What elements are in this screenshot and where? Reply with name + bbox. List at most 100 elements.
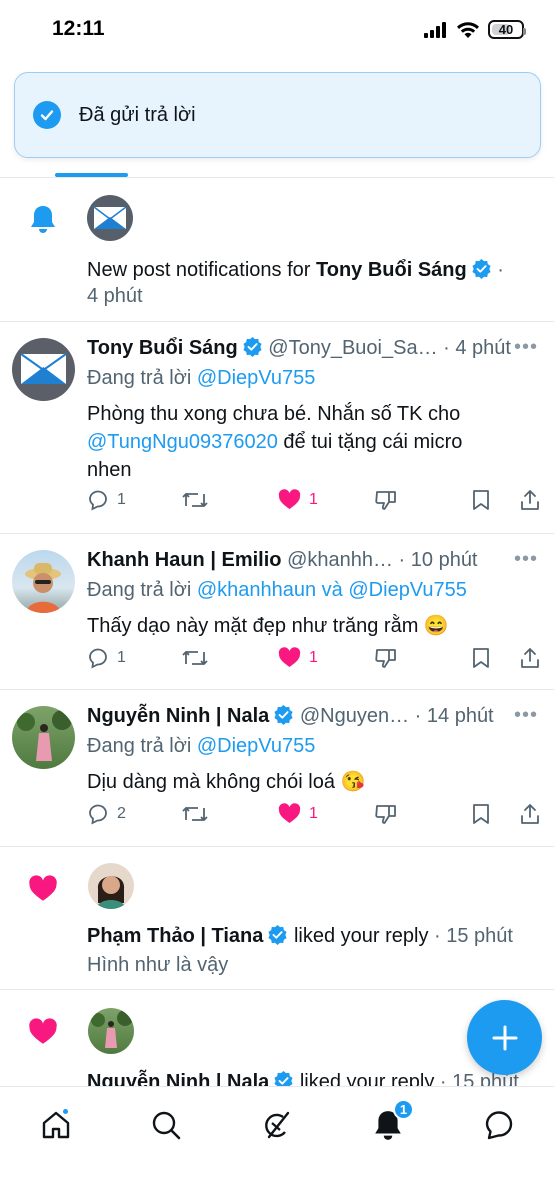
repost-icon bbox=[182, 493, 208, 507]
more-options-button[interactable]: ••• bbox=[514, 336, 538, 359]
verified-badge-icon bbox=[274, 1070, 293, 1086]
verified-badge-icon bbox=[472, 258, 491, 279]
user-handle: @Tony_Buoi_Sa… bbox=[268, 337, 438, 359]
cellular-signal-icon bbox=[424, 21, 446, 38]
battery-icon: 40 bbox=[488, 20, 526, 39]
nav-messages[interactable] bbox=[479, 1105, 519, 1145]
post-body-text: để tui tặng cái micro bbox=[277, 431, 463, 453]
compose-post-button[interactable] bbox=[467, 1000, 542, 1075]
share-icon bbox=[521, 804, 539, 824]
reply-post-ninh[interactable]: Nguyễn Ninh | Nala @Nguyen… · 14 phút ••… bbox=[0, 690, 554, 847]
replying-to: Đang trả lời @khanhhaun và @DiepVu755 bbox=[87, 576, 467, 604]
dislike-button[interactable] bbox=[374, 647, 398, 669]
share-button[interactable] bbox=[519, 647, 541, 669]
user-name[interactable]: Tony Buổi Sáng bbox=[87, 337, 238, 359]
thumbs-down-icon bbox=[375, 805, 396, 824]
post-header: Nguyễn Ninh | Nala @Nguyen… · 14 phút bbox=[87, 702, 494, 730]
user-name[interactable]: Nguyễn Ninh | Nala bbox=[87, 705, 269, 727]
avatar[interactable] bbox=[12, 706, 75, 769]
mention-link[interactable]: @TungNgu09376020 bbox=[87, 431, 278, 453]
repost-button[interactable] bbox=[182, 489, 208, 511]
repost-button[interactable] bbox=[182, 803, 208, 825]
avatar[interactable] bbox=[12, 338, 75, 401]
heart-icon bbox=[29, 875, 57, 901]
bookmark-button[interactable] bbox=[471, 489, 491, 511]
nav-notifications[interactable]: 1 bbox=[368, 1099, 414, 1145]
avatar[interactable] bbox=[87, 195, 133, 241]
bookmark-button[interactable] bbox=[471, 647, 491, 669]
post-body-line: nhen bbox=[87, 459, 132, 481]
repost-icon bbox=[182, 651, 208, 665]
bookmark-button[interactable] bbox=[471, 803, 491, 825]
reply-post-tony[interactable]: Tony Buổi Sáng @Tony_Buoi_Sa… · 4 phút •… bbox=[0, 322, 554, 534]
nav-home[interactable] bbox=[36, 1105, 76, 1145]
heart-icon bbox=[29, 1018, 57, 1044]
post-body-line: @TungNgu09376020 để tui tặng cái micro bbox=[87, 428, 462, 456]
grok-icon bbox=[265, 1111, 290, 1139]
dislike-button[interactable] bbox=[374, 489, 398, 511]
message-icon bbox=[485, 1111, 513, 1140]
reply-count: 2 bbox=[117, 805, 126, 822]
status-bar: 12:11 40 bbox=[0, 0, 554, 62]
replying-to: Đang trả lời @DiepVu755 bbox=[87, 364, 315, 392]
post-actions: 1 1 bbox=[87, 647, 542, 677]
reply-count: 1 bbox=[117, 491, 126, 508]
user-name[interactable]: Nguyễn Ninh | Nala bbox=[87, 1071, 269, 1086]
status-time: 12:11 bbox=[52, 17, 105, 40]
more-options-button[interactable]: ••• bbox=[514, 704, 538, 727]
verified-badge-icon bbox=[274, 704, 293, 725]
like-count: 1 bbox=[309, 648, 318, 666]
mention-link[interactable]: @DiepVu755 bbox=[197, 735, 316, 757]
bottom-navigation: 1 bbox=[0, 1086, 554, 1199]
reply-button[interactable]: 1 bbox=[87, 647, 126, 669]
avatar[interactable] bbox=[88, 1008, 134, 1054]
reply-post-khanh[interactable]: Khanh Haun | Emilio @khanhh… · 10 phút •… bbox=[0, 534, 554, 690]
like-button[interactable]: 1 bbox=[278, 489, 318, 510]
home-unread-dot bbox=[61, 1107, 70, 1116]
mention-link[interactable]: @DiepVu755 bbox=[348, 579, 467, 601]
repost-icon bbox=[182, 807, 208, 821]
verified-badge-icon bbox=[268, 924, 287, 945]
post-body-line: Phòng thu xong chưa bé. Nhắn số TK cho bbox=[87, 403, 461, 425]
like-button[interactable]: 1 bbox=[278, 647, 318, 668]
post-body-line: Thấy dạo này mặt đẹp như trăng rằm 😄 bbox=[87, 615, 449, 637]
avatar[interactable] bbox=[12, 550, 75, 613]
reply-sent-toast: Đã gửi trả lời bbox=[14, 72, 541, 158]
plus-icon bbox=[492, 1025, 517, 1050]
share-button[interactable] bbox=[519, 803, 541, 825]
heart-filled-icon bbox=[278, 489, 301, 510]
replying-prefix: Đang trả lời bbox=[87, 579, 197, 601]
avatar[interactable] bbox=[88, 863, 134, 909]
more-options-button[interactable]: ••• bbox=[514, 548, 538, 571]
mention-link[interactable]: @khanhhaun bbox=[197, 579, 316, 601]
post-time: · 4 phút bbox=[443, 337, 511, 359]
user-name[interactable]: Khanh Haun | Emilio bbox=[87, 549, 282, 571]
like-count: 1 bbox=[309, 490, 318, 508]
verified-badge-icon bbox=[243, 336, 262, 357]
notification-item-like[interactable]: Phạm Thảo | Tiana liked your reply · 15 … bbox=[0, 847, 554, 990]
search-icon bbox=[152, 1111, 181, 1140]
like-button[interactable]: 1 bbox=[278, 803, 318, 824]
user-name[interactable]: Phạm Thảo | Tiana bbox=[87, 925, 263, 947]
user-name[interactable]: Tony Buổi Sáng bbox=[316, 259, 467, 281]
notification-item-new-post[interactable]: New post notifications for Tony Buổi Sán… bbox=[0, 178, 554, 322]
notification-text: Nguyễn Ninh | Nala liked your reply · 15… bbox=[87, 1068, 519, 1086]
user-handle: @Nguyen… bbox=[299, 705, 410, 727]
nav-grok[interactable] bbox=[257, 1105, 297, 1145]
post-header: Tony Buổi Sáng @Tony_Buoi_Sa… · 4 phút bbox=[87, 334, 511, 362]
mention-link[interactable]: @DiepVu755 bbox=[197, 367, 316, 389]
repost-button[interactable] bbox=[182, 647, 208, 669]
dislike-button[interactable] bbox=[374, 803, 398, 825]
reply-button[interactable]: 1 bbox=[87, 489, 126, 511]
check-circle-icon bbox=[33, 101, 61, 129]
post-time: · 14 phút bbox=[414, 705, 494, 727]
reply-button[interactable]: 2 bbox=[87, 803, 126, 825]
share-button[interactable] bbox=[519, 489, 541, 511]
notification-prefix: New post notifications for bbox=[87, 259, 316, 281]
separator: · bbox=[491, 259, 504, 281]
nav-search[interactable] bbox=[146, 1105, 186, 1145]
bookmark-icon bbox=[473, 490, 489, 510]
replying-to: Đang trả lời @DiepVu755 bbox=[87, 732, 315, 760]
bookmark-icon bbox=[473, 804, 489, 824]
notifications-feed[interactable]: New post notifications for Tony Buổi Sán… bbox=[0, 178, 554, 1086]
